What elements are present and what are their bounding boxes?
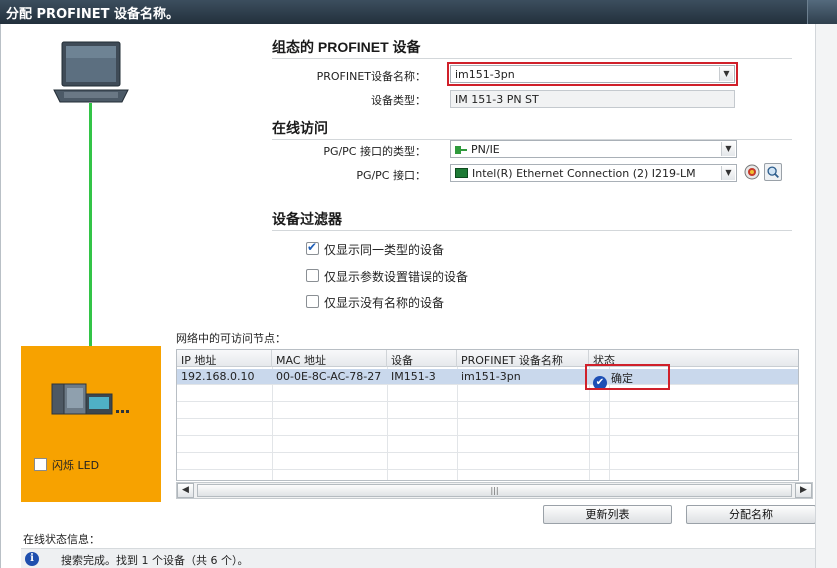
table-row [177,420,798,436]
filter-same-type-label: 仅显示同一类型的设备 [324,243,445,257]
table-row [177,403,798,419]
chevron-down-icon[interactable]: ▼ [721,142,735,156]
table-row [177,386,798,402]
interface-label: PG/PC 接口： [356,169,426,182]
chevron-down-icon[interactable]: ▼ [721,166,735,180]
scroll-left-icon[interactable]: ◀ [177,483,194,498]
vertical-scrollbar[interactable] [815,24,837,568]
scroll-right-icon[interactable]: ▶ [795,483,812,498]
table-row [177,454,798,470]
status-highlight [585,364,670,390]
status-message: 搜索完成。找到 1 个设备（共 6 个）。 [61,554,249,567]
device-panel [21,346,161,502]
table-row [177,437,798,453]
interface-type-value: PN/IE [471,143,500,156]
column-header-mac[interactable]: MAC 地址 [272,350,387,367]
window-title: 分配 PROFINET 设备名称。 [6,7,179,22]
device-type-value: IM 151-3 PN ST [455,93,539,106]
status-bar: i 搜索完成。找到 1 个设备（共 6 个）。 [21,548,815,568]
device-type-label: 设备类型： [371,94,426,107]
row-ip: 192.168.0.10 [181,370,255,383]
accessible-nodes-title: 网络中的可访问节点： [176,332,286,345]
pg-pc-laptop-icon [53,41,129,103]
row-device: IM151-3 [391,370,436,383]
scroll-thumb[interactable]: ||| [197,484,792,497]
section-divider [272,58,792,59]
online-status-title: 在线状态信息： [23,533,100,546]
filter-same-type-checkbox[interactable] [306,240,319,255]
filter-no-name-checkbox[interactable] [306,295,319,308]
online-access-title: 在线访问 [272,120,328,136]
search-icon[interactable] [764,163,782,181]
interface-dropdown[interactable]: Intel(R) Ethernet Connection (2) I219-LM… [450,164,737,182]
filter-no-name-label: 仅显示没有名称的设备 [324,296,445,310]
interface-value: Intel(R) Ethernet Connection (2) I219-LM [472,167,696,180]
io-device-icon [51,383,129,415]
assign-name-button[interactable]: 分配名称 [686,505,816,524]
title-bar-control[interactable] [807,0,837,24]
row-mac: 00-0E-8C-AC-78-27 [276,370,382,383]
device-type-field: IM 151-3 PN ST [450,90,735,108]
table-row[interactable]: 192.168.0.10 00-0E-8C-AC-78-27 IM151-3 i… [177,369,798,390]
network-card-icon [455,168,468,178]
section-divider [272,230,792,231]
configured-device-title: 组态的 PROFINET 设备 [272,39,421,55]
accessible-nodes-table: IP 地址 MAC 地址 设备 PROFINET 设备名称 状态 192.168… [176,349,799,481]
column-header-profinet-name[interactable]: PROFINET 设备名称 [457,350,589,367]
row-profinet-name: im151-3pn [461,370,521,383]
blink-led-label: 闪烁 LED [52,459,100,472]
filter-param-error-checkbox[interactable] [306,269,319,282]
filter-param-error-label: 仅显示参数设置错误的设备 [324,270,469,284]
ethernet-plug-icon [455,144,467,155]
device-name-highlight [447,62,738,86]
device-name-label: PROFINET设备名称： [316,70,426,83]
device-filter-title: 设备过滤器 [272,211,342,227]
blink-led-checkbox[interactable] [34,458,47,471]
interface-properties-icon[interactable] [743,163,761,181]
table-header: IP 地址 MAC 地址 设备 PROFINET 设备名称 状态 [177,350,798,367]
interface-type-dropdown[interactable]: PN/IE ▼ [450,140,737,158]
update-list-button[interactable]: 更新列表 [543,505,672,524]
column-header-ip[interactable]: IP 地址 [177,350,272,367]
horizontal-scrollbar[interactable]: ◀ ||| ▶ [176,482,813,499]
interface-type-label: PG/PC 接口的类型： [323,145,426,158]
window-title-bar: 分配 PROFINET 设备名称。 [0,0,837,24]
info-icon: i [25,552,39,566]
column-header-device[interactable]: 设备 [387,350,457,367]
